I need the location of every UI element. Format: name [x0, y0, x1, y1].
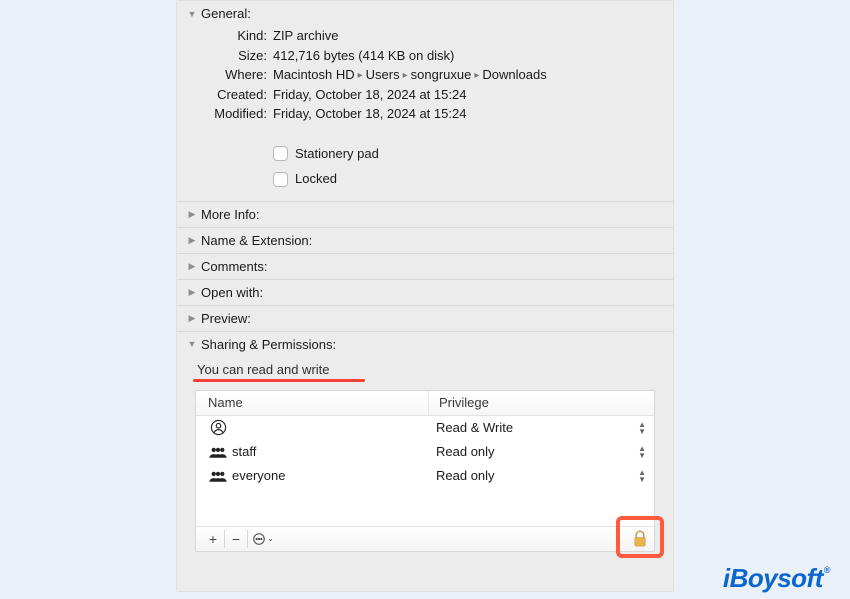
label-where: Where: — [197, 66, 267, 84]
chevron-right-icon: ▶ — [187, 287, 197, 298]
permissions-toolbar: + − ⌄ — [195, 526, 655, 552]
person-circle-icon — [208, 419, 228, 436]
privilege-stepper-icon[interactable]: ▲▼ — [638, 469, 646, 483]
value-kind: ZIP archive — [273, 27, 339, 45]
stationery-pad-checkbox[interactable] — [273, 146, 288, 161]
value-where: Macintosh HD▸Users▸songruxue▸Downloads — [273, 66, 547, 84]
chevron-right-icon: ▶ — [187, 235, 197, 246]
section-open-with: ▶ Open with: — [177, 280, 673, 306]
more-actions-button[interactable]: ⌄ — [248, 530, 278, 548]
group-icon — [208, 445, 228, 459]
chevron-down-icon: ▼ — [187, 9, 197, 19]
section-title: More Info: — [201, 207, 260, 222]
value-size: 412,716 bytes (414 KB on disk) — [273, 47, 454, 65]
section-name-extension: ▶ Name & Extension: — [177, 228, 673, 254]
label-created: Created: — [197, 86, 267, 104]
value-modified: Friday, October 18, 2024 at 15:24 — [273, 105, 466, 123]
permissions-body: Read & Write ▲▼ staff Read only ▲▼ — [196, 416, 654, 526]
where-seg: Downloads — [482, 67, 546, 82]
stationery-pad-row: Stationery pad — [273, 145, 653, 163]
section-header-open-with[interactable]: ▶ Open with: — [187, 283, 663, 302]
privilege-value: Read & Write — [432, 420, 638, 435]
section-more-info: ▶ More Info: — [177, 202, 673, 228]
get-info-panel: ▼ General: Kind: ZIP archive Size: 412,7… — [176, 0, 674, 592]
permissions-table: Name Privilege Read & Write ▲▼ — [195, 390, 655, 526]
privilege-value: Read only — [432, 444, 638, 459]
remove-button[interactable]: − — [225, 530, 248, 548]
chevron-right-icon: ▶ — [187, 209, 197, 220]
col-name: Name — [208, 395, 428, 410]
label-size: Size: — [197, 47, 267, 65]
watermark-logo: iBoysoft® — [723, 563, 830, 594]
table-row[interactable]: Read & Write ▲▼ — [196, 416, 654, 440]
where-seg: Users — [366, 67, 400, 82]
section-title: Comments: — [201, 259, 267, 274]
user-name: everyone — [228, 468, 432, 483]
lock-icon — [632, 530, 648, 548]
section-header-comments[interactable]: ▶ Comments: — [187, 257, 663, 276]
section-header-sharing[interactable]: ▼ Sharing & Permissions: — [187, 335, 663, 354]
privilege-stepper-icon[interactable]: ▲▼ — [638, 445, 646, 459]
col-privilege: Privilege — [428, 391, 642, 415]
privilege-value: Read only — [432, 468, 638, 483]
group-icon — [208, 469, 228, 483]
chevron-right-icon: ▶ — [187, 261, 197, 272]
value-created: Friday, October 18, 2024 at 15:24 — [273, 86, 466, 104]
table-row[interactable]: staff Read only ▲▼ — [196, 440, 654, 464]
where-seg: Macintosh HD — [273, 67, 355, 82]
stationery-pad-label: Stationery pad — [295, 145, 379, 163]
section-comments: ▶ Comments: — [177, 254, 673, 280]
sharing-hint: You can read and write — [197, 362, 659, 377]
section-header-name-extension[interactable]: ▶ Name & Extension: — [187, 231, 663, 250]
where-seg: songruxue — [411, 67, 472, 82]
section-header-general[interactable]: ▼ General: — [187, 4, 663, 23]
section-header-preview[interactable]: ▶ Preview: — [187, 309, 663, 328]
chevron-right-icon: ▶ — [187, 313, 197, 324]
section-preview: ▶ Preview: — [177, 306, 673, 332]
brand-text: iBoysoft — [723, 563, 823, 594]
section-general: ▼ General: Kind: ZIP archive Size: 412,7… — [177, 1, 673, 202]
lock-button[interactable] — [632, 530, 648, 548]
chevron-down-icon: ▼ — [187, 339, 197, 349]
path-separator-icon: ▸ — [403, 70, 408, 81]
privilege-stepper-icon[interactable]: ▲▼ — [638, 421, 646, 435]
locked-label: Locked — [295, 170, 337, 188]
section-sharing-permissions: ▼ Sharing & Permissions: You can read an… — [177, 332, 673, 559]
section-title: General: — [201, 6, 251, 21]
path-separator-icon: ▸ — [474, 70, 479, 81]
section-title: Name & Extension: — [201, 233, 312, 248]
sharing-body: You can read and write Name Privilege Re… — [187, 354, 663, 552]
table-row[interactable]: everyone Read only ▲▼ — [196, 464, 654, 488]
user-name: staff — [228, 444, 432, 459]
section-header-more-info[interactable]: ▶ More Info: — [187, 205, 663, 224]
annotation-underline — [193, 379, 365, 382]
label-kind: Kind: — [197, 27, 267, 45]
section-title: Sharing & Permissions: — [201, 337, 336, 352]
chevron-down-icon: ⌄ — [267, 534, 274, 543]
permissions-header: Name Privilege — [196, 391, 654, 416]
general-body: Kind: ZIP archive Size: 412,716 bytes (4… — [187, 23, 663, 198]
section-title: Open with: — [201, 285, 263, 300]
registered-mark: ® — [824, 565, 830, 575]
add-button[interactable]: + — [202, 530, 225, 548]
section-title: Preview: — [201, 311, 251, 326]
path-separator-icon: ▸ — [358, 70, 363, 81]
label-modified: Modified: — [197, 105, 267, 123]
ellipsis-circle-icon — [252, 532, 266, 546]
locked-checkbox[interactable] — [273, 172, 288, 187]
locked-row: Locked — [273, 170, 653, 188]
